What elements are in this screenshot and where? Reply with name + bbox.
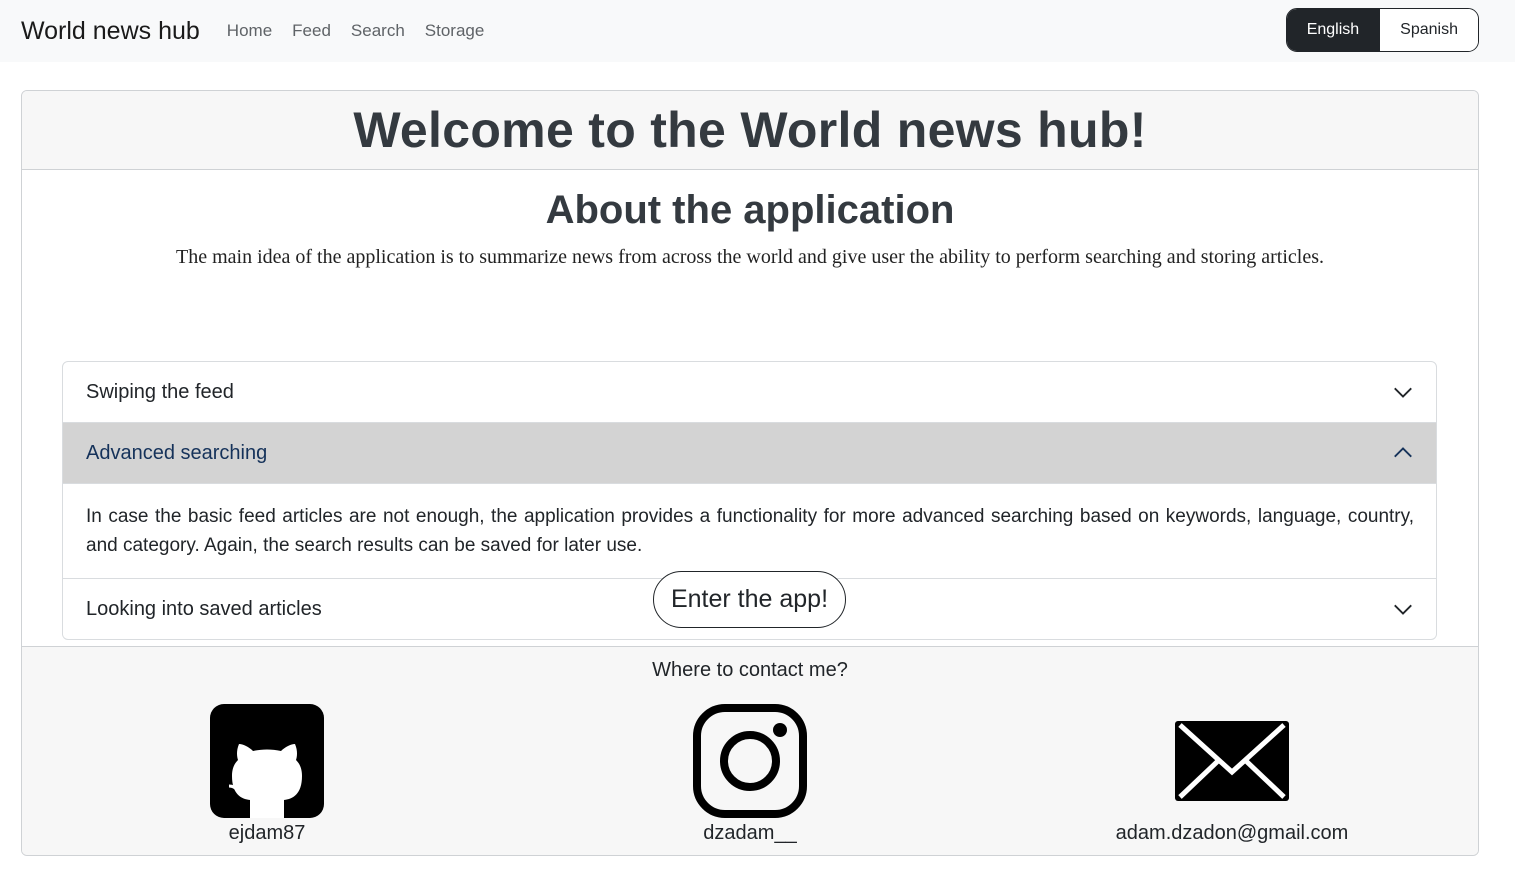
accordion-title: Looking into saved articles — [86, 597, 322, 620]
envelope-icon[interactable] — [1175, 704, 1289, 818]
main-card: Welcome to the World news hub! About the… — [21, 90, 1479, 856]
accordion-header-feed[interactable]: Swiping the feed — [63, 362, 1436, 422]
language-english-button[interactable]: English — [1286, 9, 1380, 51]
card-body: About the application The main idea of t… — [22, 170, 1478, 646]
card-header: Welcome to the World news hub! — [22, 91, 1478, 170]
chevron-down-icon — [1394, 387, 1412, 398]
page-title: Welcome to the World news hub! — [353, 102, 1147, 158]
accordion-header-search[interactable]: Advanced searching — [63, 423, 1436, 483]
navbar: World news hub Home Feed Search Storage … — [0, 0, 1515, 62]
brand-logo[interactable]: World news hub — [21, 17, 200, 46]
accordion-item-search: Advanced searching In case the basic fee… — [63, 422, 1436, 578]
contact-instagram: dzadam__ — [600, 704, 900, 845]
chevron-up-icon — [1394, 447, 1412, 458]
nav-link-storage[interactable]: Storage — [425, 21, 485, 41]
github-icon[interactable] — [210, 704, 324, 818]
instagram-username[interactable]: dzadam__ — [600, 822, 900, 845]
language-toggle: English Spanish — [1285, 8, 1479, 52]
contact-email: adam.dzadon@gmail.com — [1082, 704, 1382, 845]
nav-link-search[interactable]: Search — [351, 21, 405, 41]
nav-link-home[interactable]: Home — [227, 21, 272, 41]
contact-title: Where to contact me? — [652, 659, 848, 681]
enter-app-button[interactable]: Enter the app! — [653, 571, 846, 628]
chevron-down-icon — [1394, 604, 1412, 615]
contact-github: ejdam87 — [117, 704, 417, 845]
github-username[interactable]: ejdam87 — [117, 822, 417, 845]
accordion-title: Advanced searching — [86, 441, 268, 464]
instagram-icon[interactable] — [693, 704, 807, 818]
accordion-title: Swiping the feed — [86, 380, 234, 403]
accordion-item-feed: Swiping the feed — [63, 362, 1436, 422]
accordion-body-search: In case the basic feed articles are not … — [63, 483, 1436, 578]
about-title: About the application — [545, 188, 955, 232]
contact-footer: Where to contact me? ejdam87 dzadam__ ad… — [22, 646, 1478, 855]
about-description: The main idea of the application is to s… — [176, 246, 1324, 268]
nav-link-feed[interactable]: Feed — [292, 21, 331, 41]
email-address[interactable]: adam.dzadon@gmail.com — [1082, 822, 1382, 845]
language-spanish-button[interactable]: Spanish — [1379, 9, 1478, 51]
